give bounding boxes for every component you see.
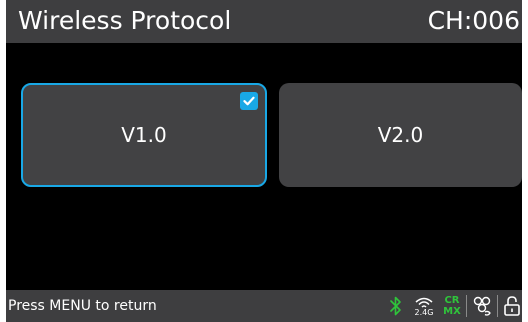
protocol-option-label: V2.0 xyxy=(377,123,424,147)
status-icons: 2.4G CR MX xyxy=(386,290,522,322)
checked-checkbox-icon xyxy=(240,92,258,110)
crmx-top-label: CR xyxy=(444,295,460,306)
crmx-bottom-label: MX xyxy=(443,306,461,317)
protocol-option-v1[interactable]: V1.0 xyxy=(21,83,267,187)
header-bar: Wireless Protocol CH:006 xyxy=(6,0,522,43)
channel-indicator: CH:006 xyxy=(427,6,520,35)
divider xyxy=(466,295,467,317)
status-bar: Press MENU to return 2.4G CR MX xyxy=(6,290,522,322)
unlock-icon[interactable] xyxy=(502,295,522,317)
network-nodes-icon xyxy=(471,295,493,317)
divider xyxy=(497,295,498,317)
return-hint: Press MENU to return xyxy=(8,298,157,314)
bluetooth-icon xyxy=(386,295,406,317)
page-title: Wireless Protocol xyxy=(18,6,232,35)
wireless-2-4g-icon: 2.4G xyxy=(412,296,436,317)
crmx-icon: CR MX xyxy=(442,295,462,317)
protocol-option-label: V1.0 xyxy=(121,123,167,147)
device-screen: Wireless Protocol CH:006 V1.0 V2.0 Press… xyxy=(6,0,522,322)
wireless-band-label: 2.4G xyxy=(414,307,434,317)
protocol-option-v2[interactable]: V2.0 xyxy=(279,83,522,187)
